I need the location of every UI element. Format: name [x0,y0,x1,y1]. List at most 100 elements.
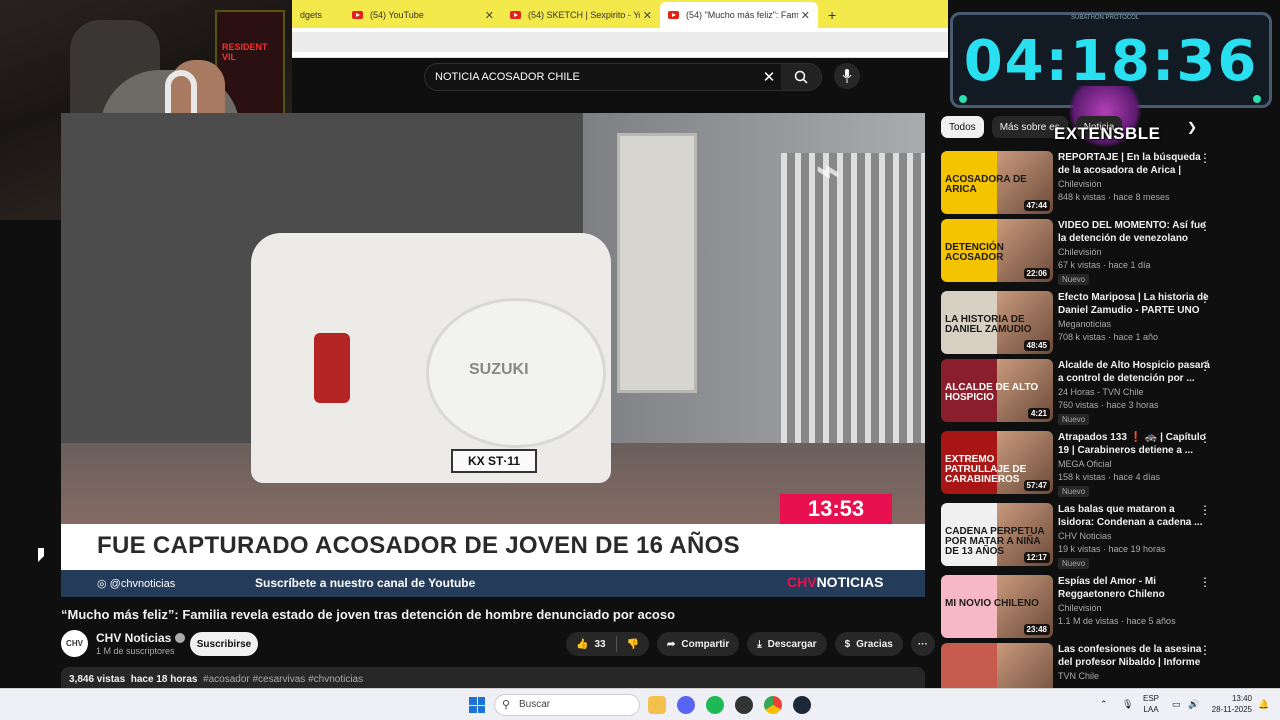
tab-widgets[interactable]: dgets [292,2,344,28]
tab-youtube[interactable]: (54) YouTube ✕ [344,2,502,28]
recommendation-channel[interactable]: TVN Chile [1058,671,1099,681]
lower-third: FUE CAPTURADO ACOSADOR DE JOVEN DE 16 AÑ… [61,524,925,570]
close-tab-icon[interactable]: ✕ [485,9,494,22]
clear-search-icon[interactable]: ✕ [757,68,781,86]
recommendation-title[interactable]: Efecto Mariposa | La historia de Daniel … [1058,291,1210,317]
more-vertical-icon[interactable]: ⋮ [1199,503,1211,517]
subscriber-count: 1 M de suscriptores [96,646,175,656]
brand-suffix: NOTICIAS [816,574,884,590]
recommendation-title[interactable]: Atrapados 133 ❗ 🚓 | Capítulo 19 | Carabi… [1058,431,1210,457]
more-vertical-icon[interactable]: ⋮ [1199,219,1211,233]
channel-name-text[interactable]: CHV Noticias [96,631,171,645]
spotify-icon[interactable] [706,696,724,714]
recommendation-item[interactable]: LA HISTORIA DE DANIEL ZAMUDIO 48:45 Efecto… [941,291,1211,355]
voice-search-button[interactable] [834,63,860,89]
channel-name[interactable]: CHV Noticias [96,631,186,645]
channel-watermark-icon: ⌁ [816,149,841,193]
tab-label: (54) "Mucho más feliz": Familia [686,10,798,20]
taskbar-search[interactable]: ⚲ Buscar [494,694,640,716]
recommendation-meta: 67 k vistas · hace 1 día [1058,260,1151,270]
recommendation-channel[interactable]: Chilevisión [1058,247,1102,257]
recommendation-meta: 158 k vistas · hace 4 días [1058,472,1161,482]
chrome-icon[interactable] [764,696,782,714]
more-vertical-icon[interactable]: ⋮ [1199,575,1211,589]
recommendation-channel[interactable]: CHV Noticias [1058,531,1112,541]
video-thumbnail[interactable]: LA HISTORIA DE DANIEL ZAMUDIO 48:45 [941,291,1053,354]
video-thumbnail[interactable]: CADENA PERPETUA POR MATAR A NIÑA DE 13 A… [941,503,1053,566]
network-icon[interactable]: ▭ [1172,699,1181,710]
windows-start-icon[interactable] [469,697,485,713]
close-tab-icon[interactable]: ✕ [801,9,810,22]
recommendation-title[interactable]: Las confesiones de la asesina del profes… [1058,643,1210,669]
search-input[interactable]: NOTICIA ACOSADOR CHILE [425,71,757,83]
more-vertical-icon[interactable]: ⋮ [1199,643,1211,657]
recommendation-meta: 760 vistas · hace 3 horas [1058,400,1159,410]
recommendation-item[interactable]: ALCALDE DE ALTO HOSPICIO 4:21 Alcalde de A… [941,359,1211,425]
video-thumbnail[interactable]: ALCALDE DE ALTO HOSPICIO 4:21 [941,359,1053,422]
tab-sketch[interactable]: (54) SKETCH | Sexpirito - YouTu✕ [502,2,660,28]
like-button[interactable]: 👍 33 [566,632,616,656]
file-explorer-icon[interactable] [648,696,666,714]
search-icon: ⚲ [502,699,511,711]
obs-icon[interactable] [735,696,753,714]
recommendation-title[interactable]: Las balas que mataron a Isidora: Condena… [1058,503,1210,529]
upload-age: hace 18 horas [130,674,198,685]
channel-avatar[interactable]: CHV [61,630,88,657]
recommendation-meta: 1.1 M de vistas · hace 5 años [1058,616,1176,626]
chevron-up-icon[interactable]: ⌃ [1100,699,1108,710]
more-vertical-icon[interactable]: ⋮ [1199,151,1211,165]
search-button[interactable] [781,64,821,90]
more-actions-button[interactable]: ··· [910,632,935,656]
recommendation-channel[interactable]: 24 Horas - TVN Chile [1058,387,1143,397]
video-gate [781,153,925,453]
address-field[interactable] [292,32,948,52]
video-thumbnail[interactable]: ACOSADORA DE ARICA 47:44 [941,151,1053,214]
system-clock[interactable]: 13:40 28-11-2025 [1208,693,1252,715]
recommendation-item[interactable]: DETENCIÓN ACOSADOR 22:06 VIDEO DEL MOMENTO… [941,219,1211,285]
recommendation-title[interactable]: REPORTAJE | En la búsqueda de la acosado… [1058,151,1210,177]
recommendation-item[interactable]: MI NOVIO CHILENO 23:48 Espías del Amor - M… [941,575,1211,639]
hashtags[interactable]: #acosador #cesarvivas #chvnoticias [203,674,363,685]
recommendation-meta: 708 k vistas · hace 1 año [1058,332,1159,342]
video-thumbnail[interactable]: DETENCIÓN ACOSADOR 22:06 [941,219,1053,282]
dislike-button[interactable]: 👎 [617,632,649,656]
notification-icon[interactable]: 🔔 [1258,699,1269,710]
video-player[interactable]: SUZUKI KX ST·11 ⌁ 13:53 FUE CAPTURADO AC… [61,113,925,597]
language-indicator[interactable]: ESP LAA [1143,693,1159,715]
search-box[interactable]: NOTICIA ACOSADOR CHILE ✕ [424,63,822,91]
license-plate: KX ST·11 [451,449,537,473]
discord-icon[interactable] [677,696,695,714]
recommendation-item[interactable]: CADENA PERPETUA POR MATAR A NIÑA DE 13 A… [941,503,1211,569]
share-button[interactable]: ➦ Compartir [657,632,740,656]
subscribe-button[interactable]: Suscribirse [190,632,258,656]
recommendation-channel[interactable]: Meganoticias [1058,319,1111,329]
recommendation-title[interactable]: Espías del Amor - Mi Reggaetonero Chilen… [1058,575,1210,601]
more-vertical-icon[interactable]: ⋮ [1199,359,1211,373]
chv-noticias-logo: CHVNOTICIAS [787,574,883,590]
clock-time: 13:40 [1231,694,1252,703]
recommendation-title[interactable]: VIDEO DEL MOMENTO: Así fue la detención … [1058,219,1210,245]
close-tab-icon[interactable]: ✕ [643,9,652,22]
video-duration: 47:44 [1023,200,1050,211]
more-vertical-icon[interactable]: ⋮ [1199,431,1211,445]
address-bar[interactable] [292,28,948,58]
recommendation-channel[interactable]: Chilevisión [1058,603,1102,613]
new-tab-button[interactable]: + [818,2,846,28]
more-vertical-icon[interactable]: ⋮ [1199,291,1211,305]
download-button[interactable]: ⤓ Descargar [747,632,827,656]
recommendation-title[interactable]: Alcalde de Alto Hospicio pasará a contro… [1058,359,1210,385]
video-thumbnail[interactable]: MI NOVIO CHILENO 23:48 [941,575,1053,638]
recommendation-item[interactable]: EXTREMO PATRULLAJE DE CARABINEROS 57:47 At… [941,431,1211,497]
chip-all[interactable]: Todos [941,116,984,138]
recommendation-channel[interactable]: MEGA Oficial [1058,459,1112,469]
chevron-right-icon[interactable]: ❯ [1187,120,1197,134]
thanks-button[interactable]: $ Gracias [834,632,903,656]
volume-icon[interactable]: 🔊 [1188,699,1199,710]
recommendation-channel[interactable]: Chilevisión [1058,179,1102,189]
microphone-tray-icon[interactable]: 🎙 [1122,699,1133,710]
recommendation-item[interactable]: ACOSADORA DE ARICA 47:44 REPORTAJE | En la… [941,151,1211,215]
video-thumbnail[interactable]: EXTREMO PATRULLAJE DE CARABINEROS 57:47 [941,431,1053,494]
description-box[interactable]: 3,846 vistas hace 18 horas #acosador #ce… [61,667,925,689]
steam-icon[interactable] [793,696,811,714]
tab-active-video[interactable]: (54) "Mucho más feliz": Familia ✕ [660,2,818,28]
